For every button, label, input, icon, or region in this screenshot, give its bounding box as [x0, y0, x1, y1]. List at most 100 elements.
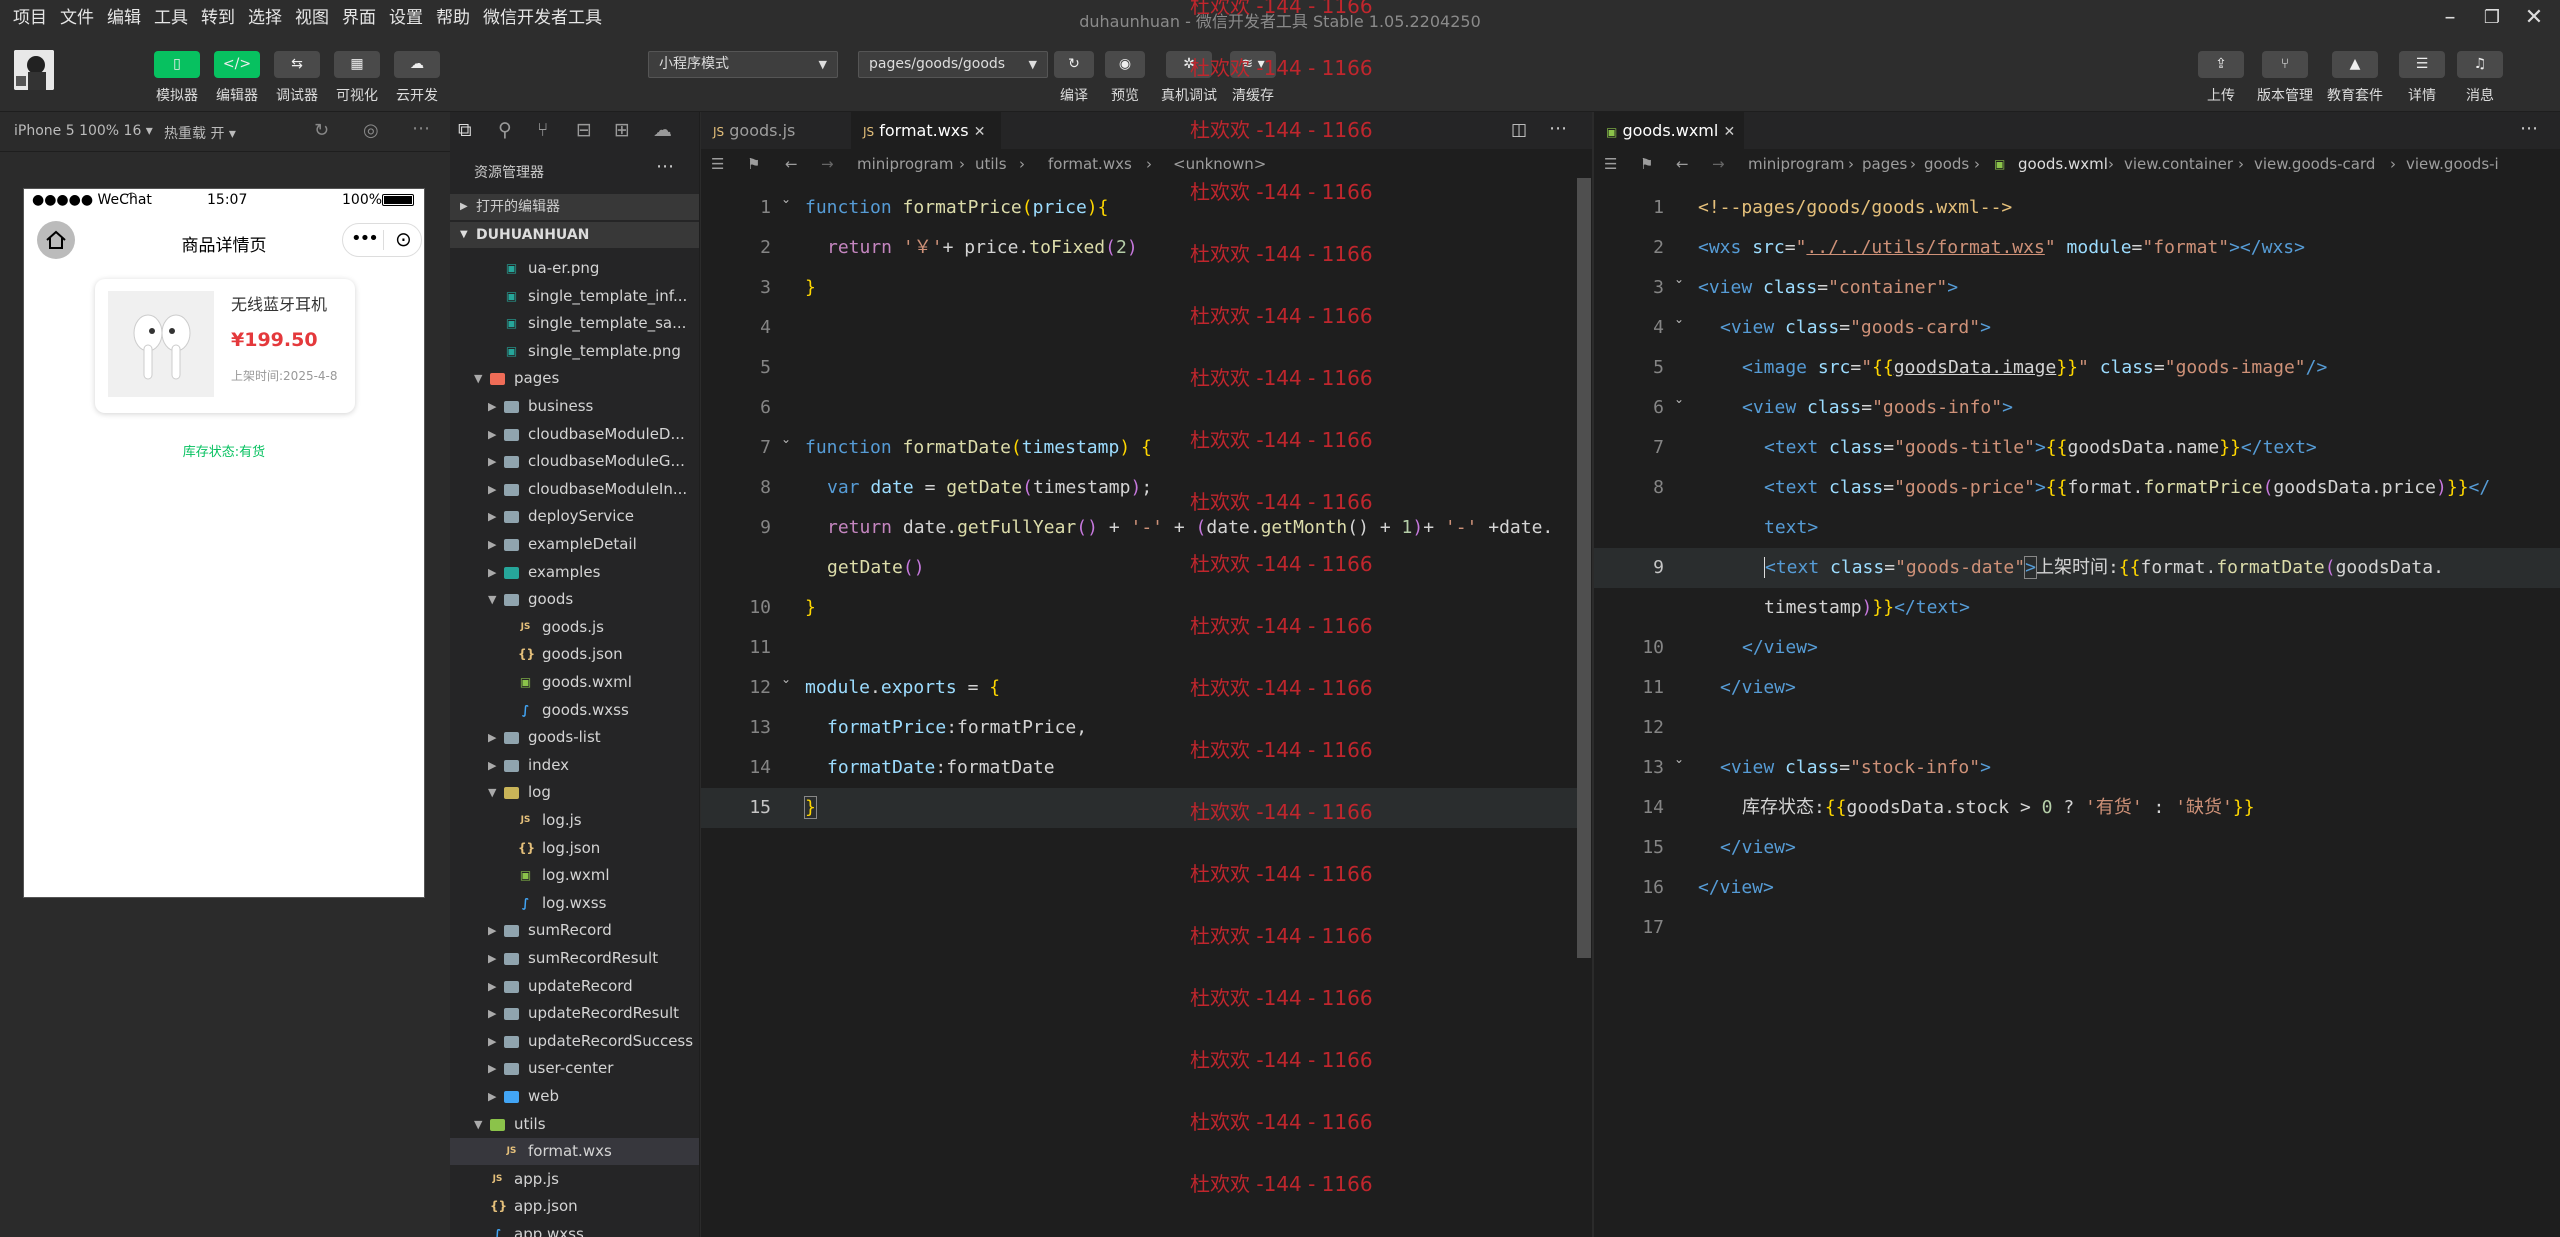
simulator-button[interactable]: ▯: [154, 51, 200, 78]
device-select[interactable]: iPhone 5 100% 16 ▾: [14, 123, 153, 139]
tab-format-wxs[interactable]: JS format.wxs ✕: [851, 112, 1001, 150]
tree-file[interactable]: ▣ single_template_sa...: [450, 310, 699, 337]
tree-folder[interactable]: ▶ index: [450, 752, 699, 779]
chevron-right-icon[interactable]: ▶: [488, 1028, 496, 1055]
breadcrumb-item[interactable]: view.container: [2124, 150, 2233, 178]
tree-folder[interactable]: ▶ cloudbaseModuleD...: [450, 421, 699, 448]
tree-file[interactable]: ▣ ua-er.png: [450, 255, 699, 282]
tree-folder[interactable]: ▶ cloudbaseModuleG...: [450, 448, 699, 475]
scrollbar[interactable]: [1577, 178, 1591, 958]
chevron-right-icon[interactable]: ▶: [488, 752, 496, 779]
edu-button[interactable]: ▲: [2332, 51, 2378, 78]
tree-folder[interactable]: ▶ updateRecordSuccess: [450, 1028, 699, 1055]
page-select[interactable]: pages/goods/goods ▼: [858, 51, 1048, 78]
chevron-down-icon[interactable]: ▼: [474, 1111, 482, 1138]
more-icon[interactable]: ⋯: [1549, 118, 1567, 139]
tree-folder[interactable]: ▶ exampleDetail: [450, 531, 699, 558]
goods-card[interactable]: 无线蓝牙耳机 ¥199.50 上架时间:2025-4-8: [95, 279, 355, 413]
fold-icon[interactable]: ⌄: [1674, 752, 1684, 766]
breadcrumb-item[interactable]: goods.wxml: [2018, 150, 2108, 178]
tab-goods-js[interactable]: JS goods.js: [701, 112, 851, 150]
bookmark-icon[interactable]: ⚑: [1640, 150, 1653, 178]
tree-folder[interactable]: ▶ updateRecordResult: [450, 1000, 699, 1027]
chevron-down-icon[interactable]: ▼: [488, 586, 496, 613]
breadcrumb-item[interactable]: pages: [1862, 150, 1907, 178]
chevron-right-icon[interactable]: ▶: [488, 917, 496, 944]
tree-folder[interactable]: ▶ user-center: [450, 1055, 699, 1082]
split-editor-icon[interactable]: ◫: [1511, 120, 1527, 140]
forward-icon[interactable]: →: [1712, 150, 1725, 178]
tree-file[interactable]: ∫ app.wxss: [450, 1221, 699, 1237]
debug-icon[interactable]: ⊟: [576, 119, 592, 141]
fold-icon[interactable]: ⌄: [781, 192, 791, 206]
visual-button[interactable]: ▦: [334, 51, 380, 78]
remote-debug-button[interactable]: ✲: [1166, 51, 1212, 78]
record-icon[interactable]: ◎: [363, 120, 379, 141]
extensions-icon[interactable]: ⊞: [614, 119, 630, 141]
code-area-left[interactable]: 1 function formatPrice(price){ 2 return '￥…: [701, 178, 1577, 1237]
chevron-right-icon[interactable]: ▶: [488, 945, 496, 972]
list-icon[interactable]: ☰: [1604, 150, 1617, 178]
maximize-button[interactable]: ❐: [2472, 4, 2512, 32]
mode-select[interactable]: 小程序模式 ▼: [648, 51, 838, 78]
forward-icon[interactable]: →: [821, 150, 834, 178]
search-icon[interactable]: ⚲: [498, 119, 512, 141]
compile-button[interactable]: ↻: [1054, 51, 1094, 78]
hot-reload-toggle[interactable]: 热重载 开 ▾: [164, 123, 236, 143]
chevron-right-icon[interactable]: ▶: [488, 973, 496, 1000]
breadcrumb-item[interactable]: view.goods-i: [2406, 150, 2499, 178]
tree-folder[interactable]: ▶ goods-list: [450, 724, 699, 751]
source-control-icon[interactable]: ⑂: [537, 119, 548, 141]
cloud-icon[interactable]: ☁: [653, 119, 672, 141]
tree-folder[interactable]: ▶ updateRecord: [450, 973, 699, 1000]
cloud-button[interactable]: ☁: [394, 51, 440, 78]
tree-file[interactable]: ▣ log.wxml: [450, 862, 699, 889]
chevron-right-icon[interactable]: ▶: [488, 1000, 496, 1027]
breadcrumb-item[interactable]: goods: [1924, 150, 1969, 178]
files-icon[interactable]: ⧉: [458, 119, 472, 141]
back-icon[interactable]: ←: [1676, 150, 1689, 178]
avatar[interactable]: [14, 50, 54, 90]
fold-icon[interactable]: ⌄: [1674, 312, 1684, 326]
editor-button[interactable]: </>: [214, 51, 260, 78]
chevron-right-icon[interactable]: ▶: [488, 1055, 496, 1082]
tree-file[interactable]: JS format.wxs: [450, 1138, 699, 1166]
tree-folder[interactable]: ▶ cloudbaseModuleIn...: [450, 476, 699, 503]
version-button[interactable]: ⑂: [2262, 51, 2308, 78]
tree-file[interactable]: JS log.js: [450, 807, 699, 834]
chevron-right-icon[interactable]: ▶: [488, 1083, 496, 1110]
tree-file[interactable]: ▣ goods.wxml: [450, 669, 699, 696]
debugger-button[interactable]: ⇆: [274, 51, 320, 78]
fold-icon[interactable]: ⌄: [781, 672, 791, 686]
details-button[interactable]: ☰: [2399, 51, 2445, 78]
bookmark-icon[interactable]: ⚑: [747, 150, 760, 178]
breadcrumb-item[interactable]: format.wxs: [1048, 150, 1132, 178]
more-icon[interactable]: ⋯: [412, 118, 430, 139]
minimize-button[interactable]: –: [2430, 4, 2470, 32]
tree-file[interactable]: ▣ single_template.png: [450, 338, 699, 365]
breadcrumb-item[interactable]: miniprogram: [857, 150, 953, 178]
tree-file[interactable]: {} app.json: [450, 1193, 699, 1220]
tree-folder[interactable]: ▶ examples: [450, 559, 699, 586]
tree-file[interactable]: {} goods.json: [450, 641, 699, 668]
tree-folder[interactable]: ▼ log: [450, 779, 699, 806]
chevron-right-icon[interactable]: ▶: [488, 393, 496, 420]
clear-cache-button[interactable]: ≋ ▾: [1230, 51, 1276, 78]
messages-button[interactable]: ♫: [2457, 51, 2503, 78]
tree-folder[interactable]: ▶ sumRecordResult: [450, 945, 699, 972]
chevron-down-icon[interactable]: ▼: [488, 779, 496, 806]
code-area-right[interactable]: 1 <!--pages/goods/goods.wxml--> 2 <wxs src…: [1594, 178, 2560, 1237]
breadcrumb-item[interactable]: view.goods-card: [2254, 150, 2375, 178]
tree-file[interactable]: {} log.json: [450, 835, 699, 862]
breadcrumb-item[interactable]: miniprogram: [1748, 150, 1844, 178]
tree-folder[interactable]: ▼ goods: [450, 586, 699, 613]
close-mini-icon[interactable]: ⊙: [395, 227, 412, 251]
tree-folder[interactable]: ▶ deployService: [450, 503, 699, 530]
chevron-right-icon[interactable]: ▶: [488, 448, 496, 475]
tree-file[interactable]: ▣ single_template_inf...: [450, 283, 699, 310]
chevron-right-icon[interactable]: ▶: [488, 421, 496, 448]
tree-file[interactable]: JS goods.js: [450, 614, 699, 641]
back-icon[interactable]: ←: [785, 150, 798, 178]
chevron-right-icon[interactable]: ▶: [488, 724, 496, 751]
tree-file[interactable]: ∫ log.wxss: [450, 890, 699, 917]
